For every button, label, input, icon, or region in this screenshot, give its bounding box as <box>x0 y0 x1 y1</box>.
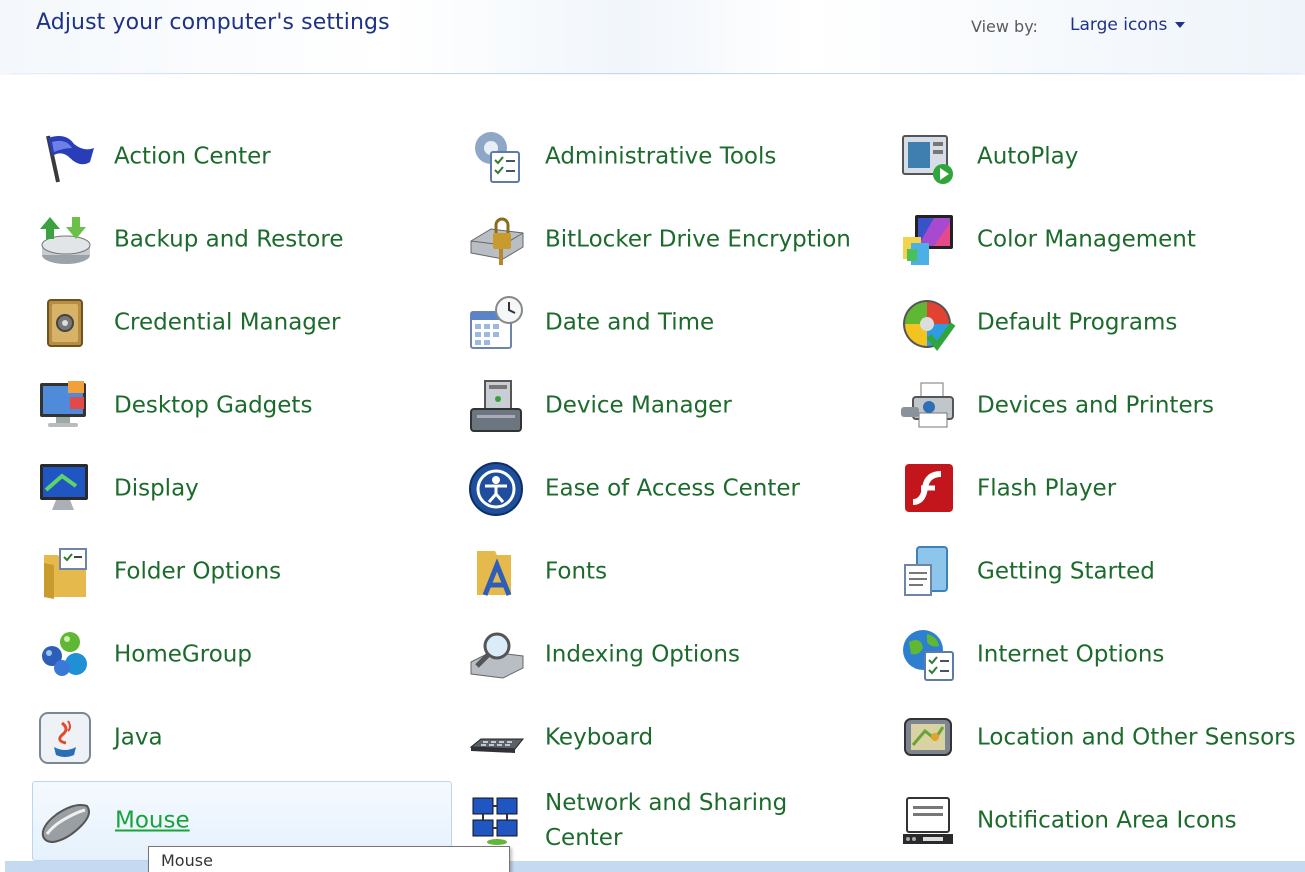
view-by-dropdown[interactable]: Large icons <box>1070 15 1186 35</box>
java-icon <box>36 709 94 767</box>
item-label: Ease of Access Center <box>545 475 801 502</box>
view-by-label: View by: <box>971 17 1038 36</box>
indexing-icon <box>467 626 525 684</box>
item-label: Desktop Gadgets <box>114 392 313 419</box>
item-desktop-gadgets[interactable]: Desktop Gadgets <box>32 366 452 446</box>
item-label: Folder Options <box>114 558 282 585</box>
item-folder-options[interactable]: Folder Options <box>32 532 452 612</box>
item-label: Fonts <box>545 558 608 585</box>
item-label: Java <box>114 724 163 751</box>
autoplay-icon <box>899 128 957 186</box>
item-notification-area-icons[interactable]: Notification Area Icons <box>895 781 1300 861</box>
mouse-icon <box>37 792 95 850</box>
item-label: Default Programs <box>977 309 1178 336</box>
color-management-icon <box>899 211 957 269</box>
item-date-and-time[interactable]: Date and Time <box>463 283 883 363</box>
item-label: Action Center <box>114 143 271 170</box>
item-action-center[interactable]: Action Center <box>32 117 452 197</box>
calendar-clock-icon <box>467 294 525 352</box>
item-indexing-options[interactable]: Indexing Options <box>463 615 883 695</box>
item-label: Keyboard <box>545 724 654 751</box>
item-color-management[interactable]: Color Management <box>895 200 1300 280</box>
item-autoplay[interactable]: AutoPlay <box>895 117 1300 197</box>
item-label: Notification Area Icons <box>977 807 1237 834</box>
backup-icon <box>36 211 94 269</box>
tooltip: Mouse <box>148 846 510 872</box>
item-label: Network and Sharing Center <box>545 790 788 851</box>
item-ease-of-access-center[interactable]: Ease of Access Center <box>463 449 883 529</box>
gadgets-icon <box>36 377 94 435</box>
item-credential-manager[interactable]: Credential Manager <box>32 283 452 363</box>
item-label: Display <box>114 475 199 502</box>
printer-icon <box>899 377 957 435</box>
getting-started-icon <box>899 543 957 601</box>
item-display[interactable]: Display <box>32 449 452 529</box>
header-divider <box>10 73 1300 74</box>
item-label: Device Manager <box>545 392 732 419</box>
item-bitlocker-drive-encryption[interactable]: BitLocker Drive Encryption <box>463 200 883 280</box>
item-label: Devices and Printers <box>977 392 1215 419</box>
item-label: AutoPlay <box>977 143 1079 170</box>
item-label: Credential Manager <box>114 309 341 336</box>
keyboard-icon <box>467 709 525 767</box>
notification-area-icon <box>899 792 957 850</box>
item-label: Location and Other Sensors <box>977 724 1296 751</box>
homegroup-icon <box>36 626 94 684</box>
internet-options-icon <box>899 626 957 684</box>
display-icon <box>36 460 94 518</box>
item-keyboard[interactable]: Keyboard <box>463 698 883 778</box>
item-devices-and-printers[interactable]: Devices and Printers <box>895 366 1300 446</box>
flash-icon <box>899 460 957 518</box>
item-device-manager[interactable]: Device Manager <box>463 366 883 446</box>
item-location-and-other-sensors[interactable]: Location and Other Sensors <box>895 698 1300 778</box>
item-label: Backup and Restore <box>114 226 344 253</box>
item-label: Date and Time <box>545 309 715 336</box>
bitlocker-icon <box>467 211 525 269</box>
network-icon <box>467 792 525 850</box>
item-administrative-tools[interactable]: Administrative Tools <box>463 117 883 197</box>
item-backup-and-restore[interactable]: Backup and Restore <box>32 200 452 280</box>
item-label: Mouse <box>115 807 190 834</box>
item-label: Internet Options <box>977 641 1165 668</box>
item-getting-started[interactable]: Getting Started <box>895 532 1300 612</box>
item-default-programs[interactable]: Default Programs <box>895 283 1300 363</box>
item-flash-player[interactable]: Flash Player <box>895 449 1300 529</box>
chevron-down-icon <box>1175 22 1186 28</box>
item-internet-options[interactable]: Internet Options <box>895 615 1300 695</box>
device-manager-icon <box>467 377 525 435</box>
item-label: Administrative Tools <box>545 143 777 170</box>
folder-icon <box>36 543 94 601</box>
item-java[interactable]: Java <box>32 698 452 778</box>
item-label: Indexing Options <box>545 641 740 668</box>
item-label: Flash Player <box>977 475 1117 502</box>
control-panel-window: Adjust your computer's settings View by:… <box>0 0 1305 872</box>
item-fonts[interactable]: Fonts <box>463 532 883 612</box>
item-label: Getting Started <box>977 558 1155 585</box>
item-label: Color Management <box>977 226 1196 253</box>
item-network-and-sharing-center[interactable]: Network and Sharing Center <box>463 781 883 861</box>
credential-vault-icon <box>36 294 94 352</box>
fonts-icon <box>467 543 525 601</box>
flag-icon <box>36 128 94 186</box>
page-title: Adjust your computer's settings <box>36 10 390 35</box>
location-sensor-icon <box>899 709 957 767</box>
item-label: BitLocker Drive Encryption <box>545 226 851 253</box>
default-programs-icon <box>899 294 957 352</box>
item-homegroup[interactable]: HomeGroup <box>32 615 452 695</box>
item-label: HomeGroup <box>114 641 252 668</box>
view-by-value: Large icons <box>1070 15 1168 35</box>
admin-tools-icon <box>467 128 525 186</box>
ease-of-access-icon <box>467 460 525 518</box>
